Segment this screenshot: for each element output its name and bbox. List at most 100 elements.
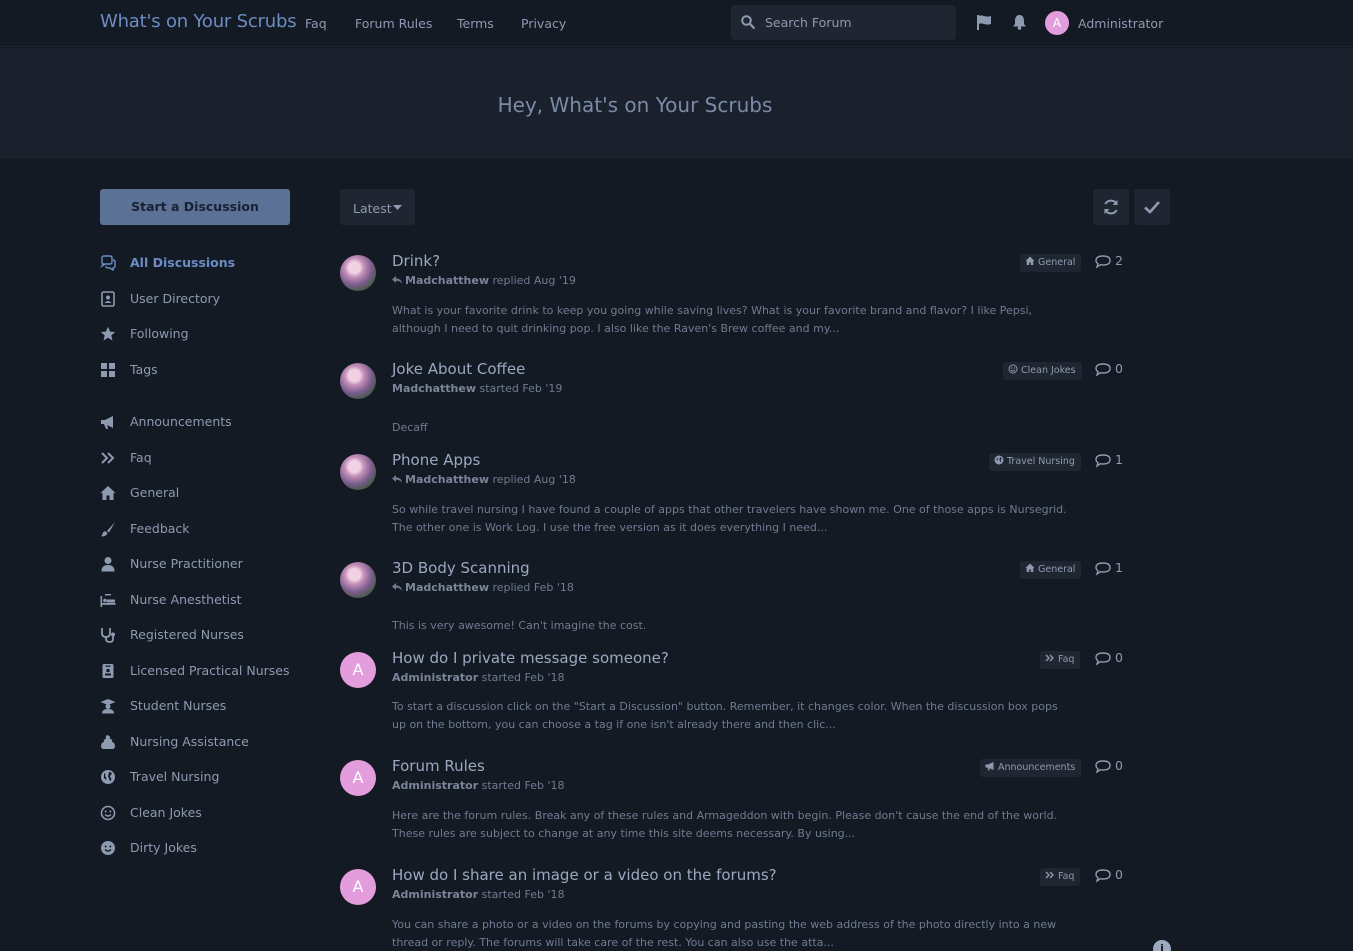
caret-down-icon [393,205,402,210]
bell-icon[interactable] [1012,14,1027,30]
discussion-date: Aug '19 [533,274,576,287]
author-name[interactable]: Madchatthew [392,382,476,395]
discussion-item[interactable]: A Forum Rules Administrator started Feb '1… [340,757,1130,840]
sidebar-item-label: Faq [130,450,152,465]
author-name[interactable]: Administrator [392,671,478,684]
avatar[interactable] [340,562,376,598]
discussion-title[interactable]: Joke About Coffee [392,360,525,378]
discussion-meta: Administrator started Feb '18 [392,671,565,684]
mark-all-read-button[interactable] [1134,189,1170,225]
discussion-title[interactable]: Forum Rules [392,757,485,775]
angle-double-right-icon [1045,871,1054,879]
bullhorn-icon [101,416,113,429]
discussion-excerpt: Decaff [392,421,428,434]
author-name[interactable]: Administrator [392,888,478,901]
check-icon [1144,201,1160,214]
site-brand[interactable]: What's on Your Scrubs [100,11,297,32]
stethoscope-icon [101,628,115,643]
avatar[interactable] [340,454,376,490]
discussion-item[interactable]: 3D Body Scanning Madchatthew replied Feb … [340,559,1130,642]
tag-badge[interactable]: General [1020,561,1082,579]
user-menu[interactable]: Administrator [1078,16,1163,31]
refresh-button[interactable] [1093,189,1129,225]
sidebar-item-label: General [130,485,180,500]
tag-label: General [1038,564,1076,575]
hero-banner: Hey, What's on Your Scrubs [0,48,1353,159]
nav-terms[interactable]: Terms [457,16,494,31]
tag-badge[interactable]: Faq [1040,868,1081,886]
tag-label: Faq [1058,871,1075,882]
discussion-action: started [479,382,519,395]
bullhorn-icon [985,762,994,771]
tag-badge[interactable]: Faq [1040,651,1081,669]
sidebar-item-label: Feedback [130,521,190,536]
author-name[interactable]: Madchatthew [405,473,489,486]
comment-icon [1095,760,1111,774]
tag-label: Faq [1058,654,1075,665]
discussion-title[interactable]: How do I private message someone? [392,649,669,667]
avatar[interactable] [340,255,376,291]
discussion-title[interactable]: How do I share an image or a video on th… [392,866,777,884]
user-md-icon [101,557,115,572]
discussion-item[interactable]: A How do I share an image or a video on t… [340,866,1130,949]
nav-privacy[interactable]: Privacy [521,16,566,31]
discussion-title[interactable]: Phone Apps [392,451,480,469]
home-icon [1025,563,1035,572]
avatar[interactable]: A [340,652,376,688]
nav-forum-rules[interactable]: Forum Rules [355,16,432,31]
sidebar-item-label: Tags [130,362,158,377]
home-icon [100,486,116,500]
search-icon [741,15,755,29]
author-name[interactable]: Administrator [392,779,478,792]
discussion-meta: Madchatthew replied Aug '18 [392,473,576,486]
flag-icon[interactable] [976,14,992,30]
grid-icon [101,363,115,377]
sort-dropdown[interactable]: Latest [340,189,415,225]
discussion-meta: Madchatthew started Feb '19 [392,382,562,395]
discussion-excerpt: To start a discussion click on the "Star… [392,700,1058,731]
start-discussion-button[interactable]: Start a Discussion [100,189,290,225]
sidebar-item-label: Student Nurses [130,698,227,713]
avatar[interactable]: A [340,869,376,905]
discussion-title[interactable]: Drink? [392,252,440,270]
tag-badge[interactable]: Announcements [980,759,1082,777]
discussion-item[interactable]: Drink? Madchatthew replied Aug '19 What is… [340,252,1130,335]
comment-icon [1095,255,1111,269]
discussion-title[interactable]: 3D Body Scanning [392,559,530,577]
discussion-date: Feb '19 [522,382,563,395]
id-badge-icon [102,664,114,678]
reply-count-value: 0 [1115,650,1123,665]
discussion-excerpt: Here are the forum rules. Break any of t… [392,809,1058,840]
discussion-item[interactable]: A How do I private message someone? Admini… [340,649,1130,732]
discussion-meta: Administrator started Feb '18 [392,779,565,792]
info-icon[interactable]: i [1153,940,1171,951]
discussion-item[interactable]: Phone Apps Madchatthew replied Aug '18 So … [340,451,1130,534]
discussion-action: replied [492,581,531,594]
top-header: What's on Your Scrubs Faq Forum Rules Te… [0,0,1353,47]
author-name[interactable]: Madchatthew [405,274,489,287]
smile-filled-icon [101,841,115,855]
comment-icon [1095,652,1111,666]
search-input[interactable]: Search Forum [731,5,956,40]
tag-badge[interactable]: General [1020,254,1082,272]
reply-count-value: 0 [1115,867,1123,882]
tag-label: Travel Nursing [1007,456,1075,467]
discussion-meta: Madchatthew replied Aug '19 [392,274,576,287]
avatar[interactable]: A [340,760,376,796]
search-placeholder: Search Forum [765,15,852,30]
reply-count-value: 0 [1115,758,1123,773]
user-avatar[interactable]: A [1045,11,1069,35]
globe-icon [101,770,115,784]
discussion-item[interactable]: Joke About Coffee Madchatthew started Feb… [340,360,1130,443]
tag-badge[interactable]: Clean Jokes [1003,362,1082,380]
discussion-date: Feb '18 [524,779,565,792]
nav-faq[interactable]: Faq [305,16,327,31]
avatar[interactable] [340,363,376,399]
star-icon [100,326,116,341]
sidebar-item-label: Licensed Practical Nurses [130,663,290,678]
discussion-date: Feb '18 [533,581,574,594]
reply-icon [392,475,402,483]
tag-badge[interactable]: Travel Nursing [989,453,1081,471]
smile-icon [1008,364,1018,374]
author-name[interactable]: Madchatthew [405,581,489,594]
